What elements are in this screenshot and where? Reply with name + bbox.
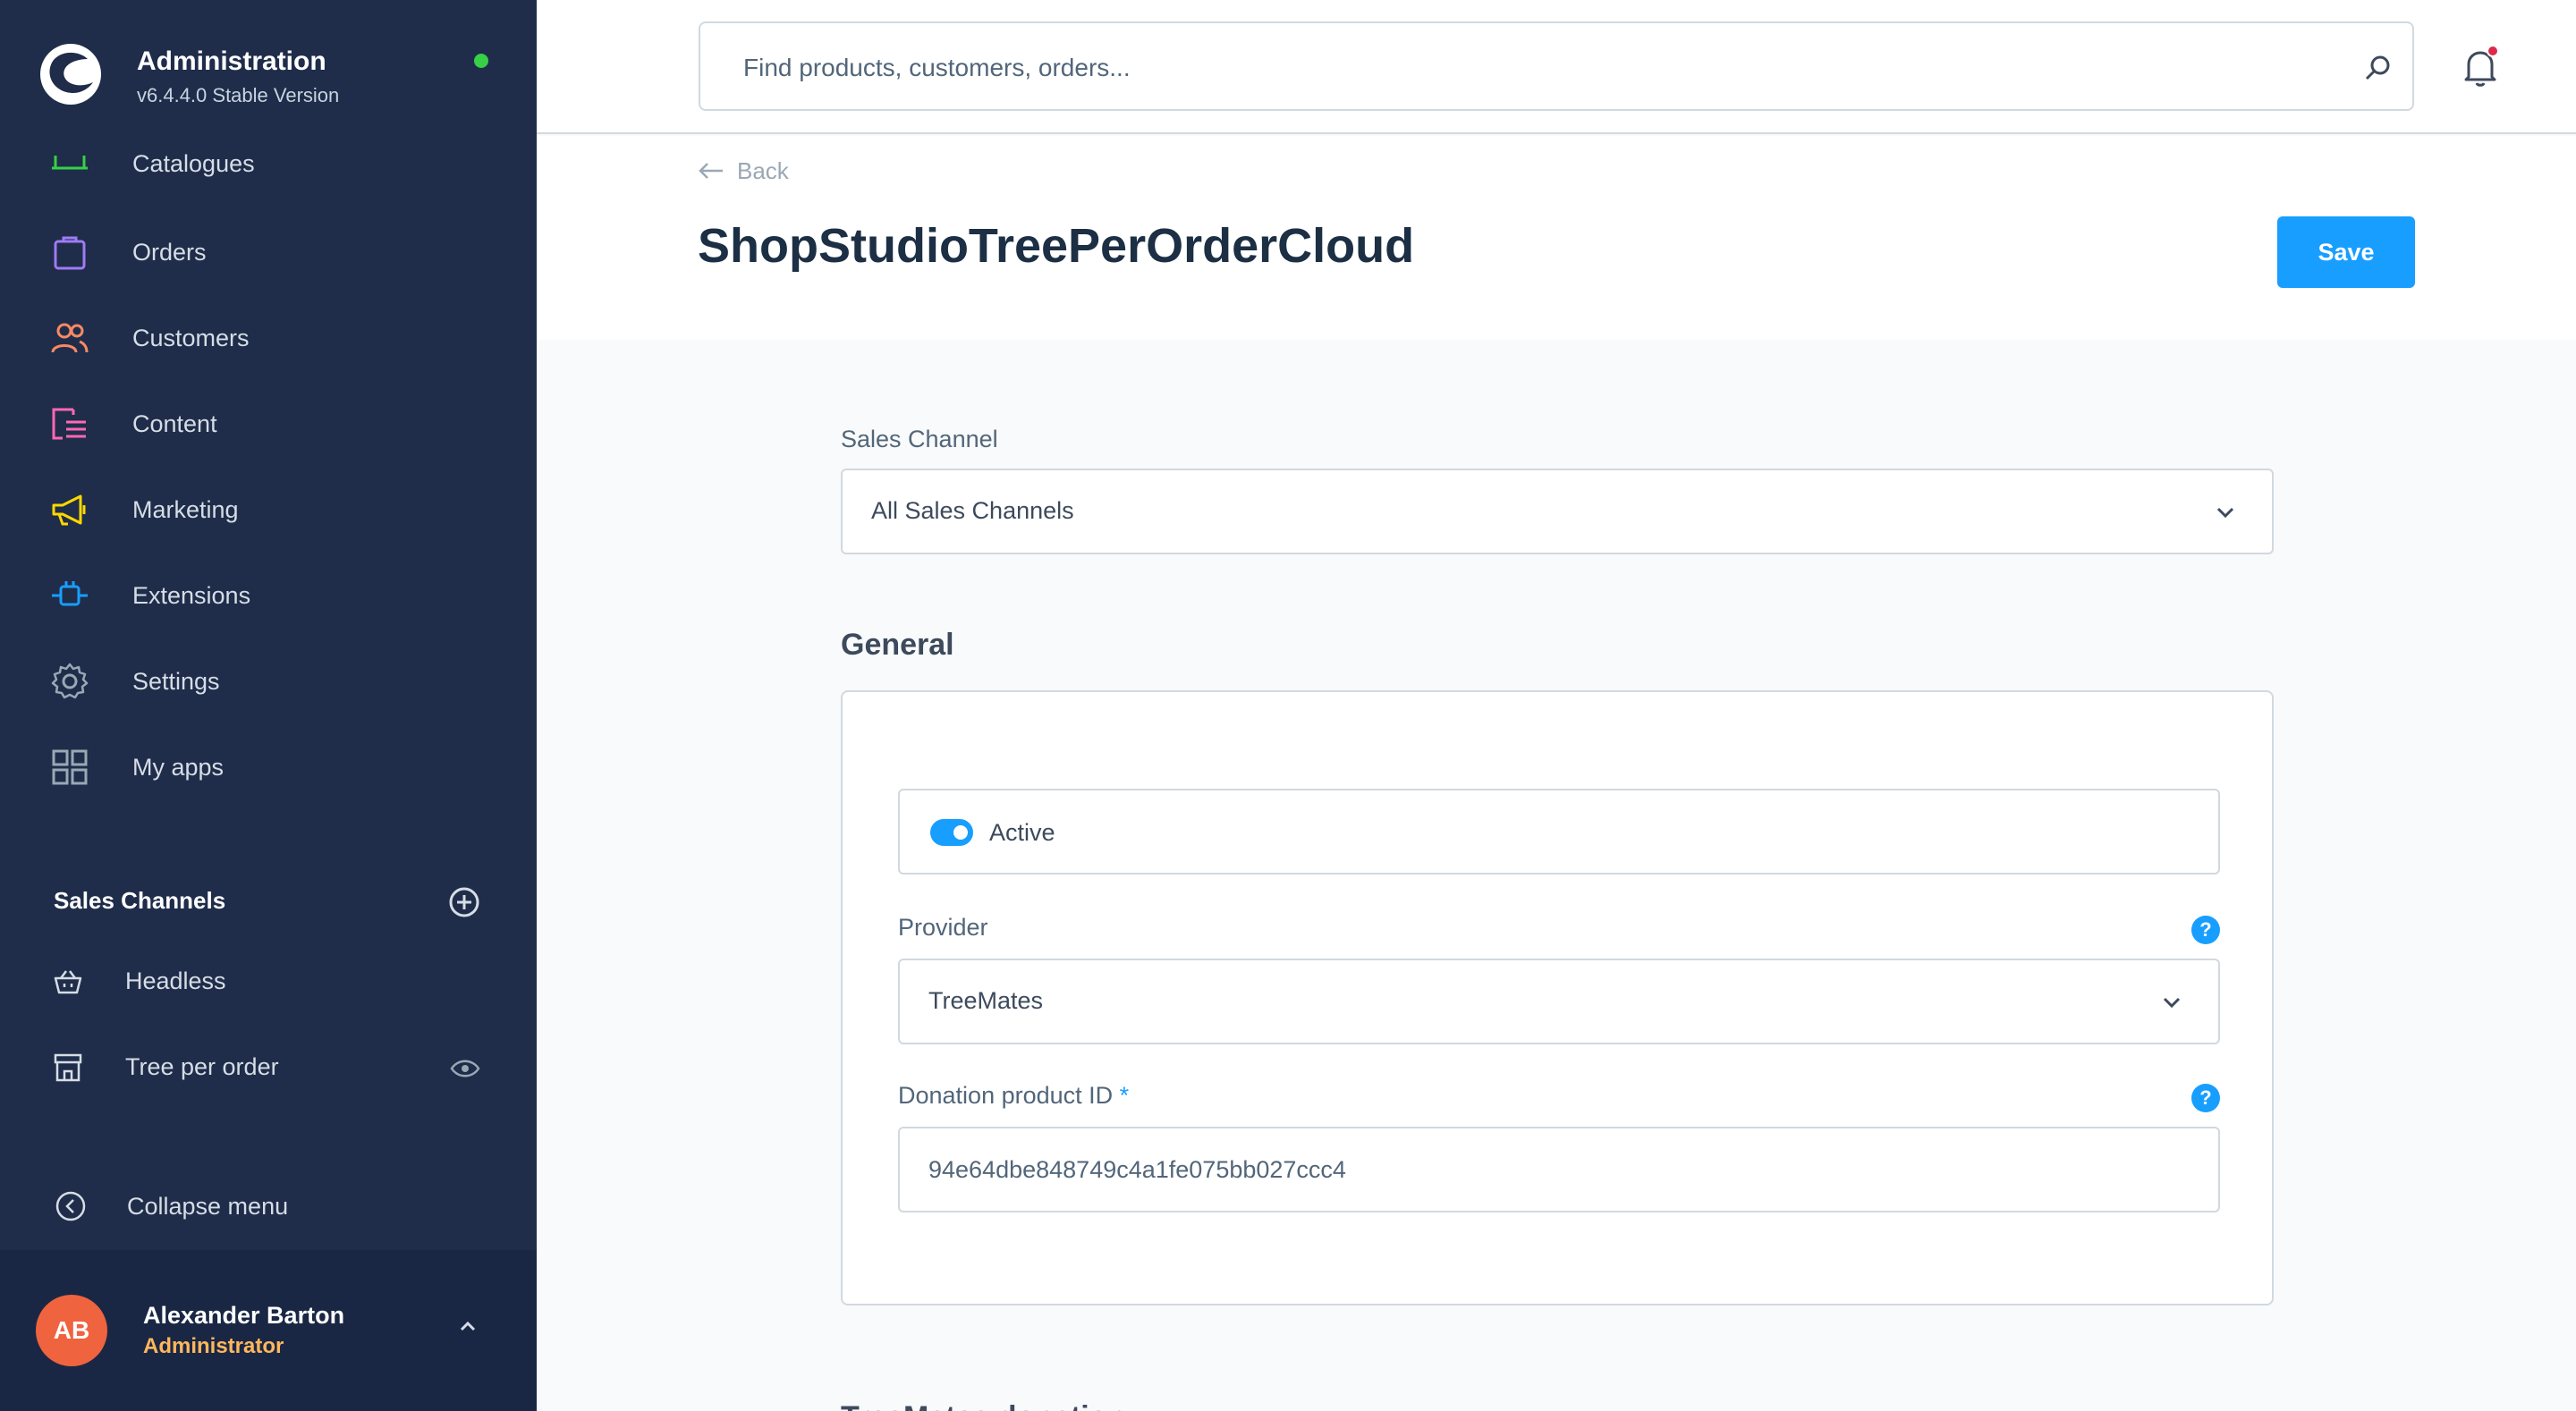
provider-label: Provider	[898, 914, 988, 941]
storefront-icon	[54, 1053, 82, 1082]
sales-channel-value: All Sales Channels	[871, 497, 1074, 524]
sidebar-item-label: Catalogues	[132, 150, 255, 177]
sidebar-item-orders[interactable]: Orders	[0, 216, 537, 288]
admin-app: Catalogues Administration v6.4.4.0 Stabl…	[0, 0, 2576, 1411]
donation-product-id-label: Donation product ID *	[898, 1082, 1129, 1110]
add-sales-channel-icon[interactable]	[447, 885, 481, 919]
sidebar-item-label: Content	[132, 410, 217, 437]
app-version: v6.4.4.0 Stable Version	[137, 84, 340, 106]
search-input[interactable]	[743, 50, 2318, 86]
provider-help-icon[interactable]: ?	[2191, 916, 2220, 944]
sidebar-item-content[interactable]: Content	[0, 388, 537, 460]
my-apps-grid-icon	[52, 749, 88, 785]
chevron-up-icon[interactable]	[454, 1313, 481, 1339]
sidebar-item-label: Extensions	[132, 582, 251, 609]
top-bar	[537, 0, 2576, 134]
sales-channel-select[interactable]: All Sales Channels	[841, 469, 2274, 554]
general-card: Active Provider ? TreeMates Donation pro…	[841, 690, 2274, 1305]
active-field: Active	[898, 789, 2220, 874]
chevron-left-circle-icon	[55, 1191, 86, 1221]
sidebar-item-label: Customers	[132, 325, 250, 351]
page-header: Back ShopStudioTreePerOrderCloud Save	[537, 136, 2576, 340]
user-name: Alexander Barton	[143, 1302, 345, 1329]
back-label: Back	[737, 157, 789, 184]
chevron-down-icon	[2163, 997, 2181, 1009]
app-title: Administration	[137, 46, 326, 76]
sales-channel-label: Headless	[125, 967, 226, 994]
sales-channel-item-headless[interactable]: Headless	[0, 946, 537, 1018]
shopware-logo-icon	[40, 44, 101, 105]
required-marker: *	[1119, 1082, 1130, 1109]
collapse-menu-button[interactable]: Collapse menu	[0, 1171, 537, 1243]
basket-icon	[54, 970, 82, 994]
save-button[interactable]: Save	[2277, 216, 2415, 288]
user-profile[interactable]: AB Alexander Barton Administrator	[0, 1250, 537, 1411]
notification-badge	[2487, 45, 2499, 57]
collapse-menu-label: Collapse menu	[127, 1193, 289, 1220]
sidebar-item-marketing[interactable]: Marketing	[0, 474, 537, 545]
settings-gear-icon	[51, 663, 89, 699]
sidebar-item-label: My apps	[132, 754, 225, 781]
sidebar-item-extensions[interactable]: Extensions	[0, 560, 537, 631]
sidebar-item-label: Settings	[132, 668, 220, 695]
sales-channels-heading: Sales Channels	[54, 887, 226, 914]
content-icon	[52, 408, 86, 440]
sidebar-item-settings[interactable]: Settings	[0, 646, 537, 717]
sales-channel-label: Sales Channel	[841, 426, 998, 452]
global-search	[699, 21, 2414, 111]
sidebar-item-customers[interactable]: Customers	[0, 302, 537, 374]
chevron-down-icon	[2216, 507, 2234, 519]
provider-value: TreeMates	[928, 987, 1044, 1014]
brand-header: Administration v6.4.4.0 Stable Version	[0, 0, 537, 143]
arrow-left-icon	[699, 163, 723, 179]
online-status-dot	[474, 54, 488, 68]
search-icon[interactable]	[2362, 52, 2394, 84]
customers-icon	[51, 323, 89, 353]
page-title: ShopStudioTreePerOrderCloud	[698, 219, 1415, 273]
catalogues-icon	[52, 156, 88, 170]
user-role: Administrator	[143, 1334, 284, 1358]
donation-label-text: Donation product ID	[898, 1082, 1114, 1109]
sidebar-item-label: Orders	[132, 239, 207, 266]
extensions-plug-icon	[52, 581, 88, 606]
treemates-donation-section-title: TreeMates donation	[841, 1400, 1126, 1411]
sidebar-item-my-apps[interactable]: My apps	[0, 731, 537, 803]
marketing-megaphone-icon	[52, 494, 86, 526]
active-label: Active	[989, 819, 1055, 846]
provider-select[interactable]: TreeMates	[898, 959, 2220, 1044]
avatar: AB	[36, 1295, 107, 1366]
donation-product-id-field[interactable]	[898, 1127, 2220, 1212]
sales-channel-label: Tree per order	[125, 1053, 279, 1080]
eye-icon[interactable]	[449, 1055, 481, 1082]
sidebar: Catalogues Administration v6.4.4.0 Stabl…	[0, 0, 537, 1411]
donation-help-icon[interactable]: ?	[2191, 1084, 2220, 1112]
sidebar-item-label: Marketing	[132, 496, 239, 523]
active-toggle[interactable]	[930, 819, 973, 846]
orders-bag-icon	[54, 236, 86, 270]
main-content: Sales Channel All Sales Channels General…	[537, 340, 2576, 1411]
general-section-title: General	[841, 628, 954, 662]
sales-channel-item-tree-per-order[interactable]: Tree per order	[0, 1032, 537, 1103]
